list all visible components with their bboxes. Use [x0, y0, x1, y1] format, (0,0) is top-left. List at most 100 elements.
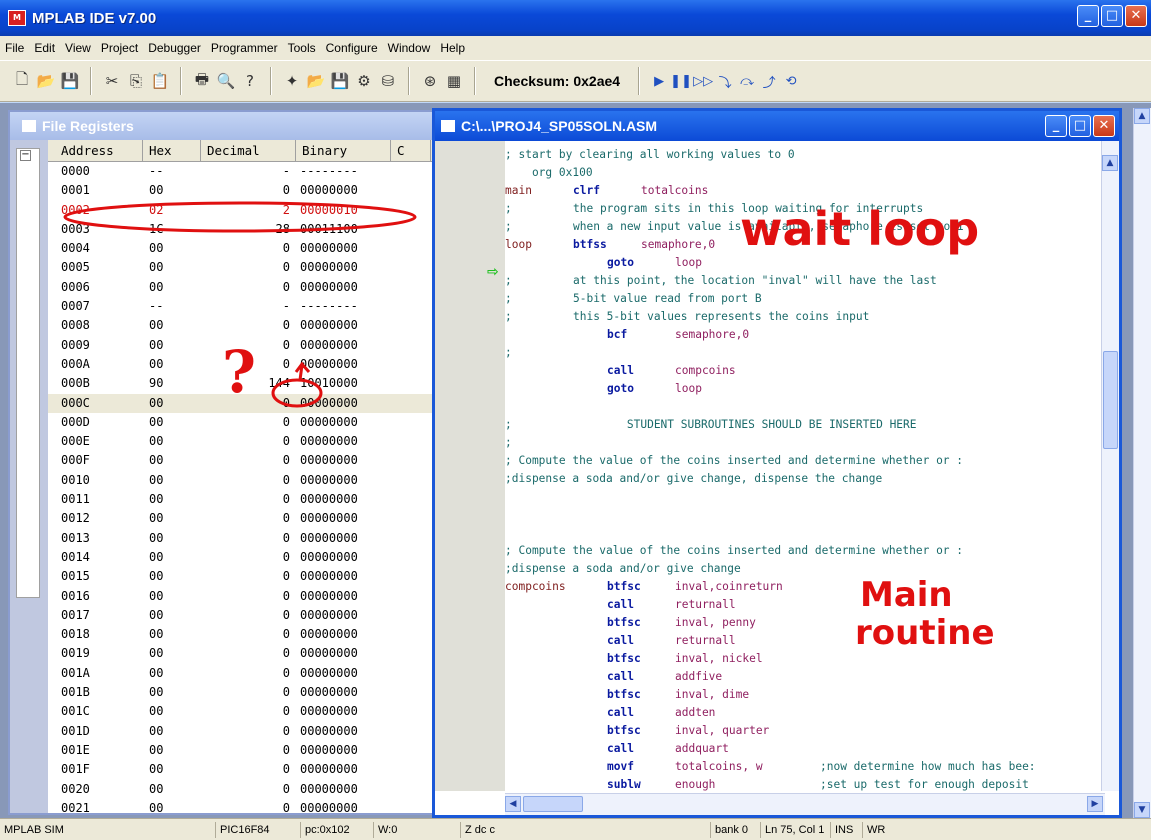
scroll-right-icon[interactable]: ▶ — [1087, 796, 1103, 812]
column-header-decimal[interactable]: Decimal — [201, 140, 296, 161]
scroll-left-icon[interactable]: ◀ — [505, 796, 521, 812]
help-icon[interactable]: ? — [238, 69, 262, 93]
new-file-icon[interactable]: 🗋 — [10, 69, 34, 93]
collapse-icon[interactable]: − — [20, 150, 31, 161]
source-close-button[interactable]: ✕ — [1093, 115, 1115, 137]
column-header-char[interactable]: C — [391, 140, 431, 161]
open-project-icon[interactable]: 📂 — [304, 69, 328, 93]
table-row[interactable]: 000E 00 0 00000000 — [48, 432, 440, 451]
table-row[interactable]: 0007 -- - -------- — [48, 297, 440, 316]
cell-binary: 00000000 — [300, 492, 358, 507]
cut-icon[interactable]: ✂ — [100, 69, 124, 93]
source-maximize-button[interactable]: □ — [1069, 115, 1091, 137]
table-row[interactable]: 0015 00 0 00000000 — [48, 567, 440, 586]
close-button[interactable]: ✕ — [1125, 5, 1147, 27]
source-editor-titlebar[interactable]: C:\...\PROJ4_SP05SOLN.ASM _ □ ✕ — [435, 111, 1119, 141]
menu-view[interactable]: View — [60, 41, 96, 55]
column-header-hex[interactable]: Hex — [143, 140, 201, 161]
menu-programmer[interactable]: Programmer — [206, 41, 283, 55]
table-row[interactable]: 0008 00 0 00000000 — [48, 316, 440, 335]
workspace-scroll-up-icon[interactable]: ▲ — [1134, 108, 1150, 124]
table-row[interactable]: 0005 00 0 00000000 — [48, 258, 440, 277]
scroll-up-icon[interactable]: ▲ — [1102, 155, 1118, 171]
table-row[interactable]: 0004 00 0 00000000 — [48, 239, 440, 258]
file-registers-titlebar[interactable]: File Registers — [10, 112, 436, 140]
table-row[interactable]: 001C 00 0 00000000 — [48, 702, 440, 721]
table-row[interactable]: 0021 00 0 00000000 — [48, 799, 440, 813]
code-line: sublw enough ;set up test for enough depos… — [505, 776, 1105, 791]
table-row[interactable]: 0019 00 0 00000000 — [48, 644, 440, 663]
menu-window[interactable]: Window — [383, 41, 436, 55]
step-out-icon[interactable]: ⤴ — [758, 72, 780, 91]
editor-gutter[interactable]: ⇨ — [435, 141, 505, 791]
table-row[interactable]: 001F 00 0 00000000 — [48, 760, 440, 779]
title-bar[interactable]: M MPLAB IDE v7.00 _ □ ✕ — [0, 0, 1151, 36]
table-row[interactable]: 0014 00 0 00000000 — [48, 548, 440, 567]
step-over-icon[interactable]: ⤼ — [736, 74, 758, 89]
workspace-vertical-scrollbar[interactable]: ▲ ▼ — [1133, 108, 1151, 818]
table-row[interactable]: 001D 00 0 00000000 — [48, 722, 440, 741]
table-row[interactable]: 001B 00 0 00000000 — [48, 683, 440, 702]
menu-help[interactable]: Help — [435, 41, 470, 55]
save-icon[interactable]: 💾 — [58, 69, 82, 93]
save-project-icon[interactable]: 💾 — [328, 69, 352, 93]
code-comment: ; start by clearing all working values t… — [505, 148, 795, 161]
cell-decimal: 0 — [282, 318, 290, 333]
open-folder-icon[interactable]: 📂 — [34, 69, 58, 93]
halt-icon[interactable]: ❚❚ — [670, 74, 692, 89]
menu-edit[interactable]: Edit — [29, 41, 60, 55]
menu-configure[interactable]: Configure — [321, 41, 383, 55]
table-row[interactable]: 0003 1C 28 00011100 — [48, 220, 440, 239]
table-row[interactable]: 0018 00 0 00000000 — [48, 625, 440, 644]
print-icon[interactable]: 🖶 — [190, 69, 214, 93]
step-into-icon[interactable]: ⤵ — [714, 72, 736, 91]
code-line: ; — [505, 434, 1105, 452]
cell-decimal: 0 — [282, 800, 290, 813]
make-icon[interactable]: ⛁ — [376, 69, 400, 93]
table-row[interactable]: 0016 00 0 00000000 — [48, 587, 440, 606]
source-minimize-button[interactable]: _ — [1045, 115, 1067, 137]
copy-icon[interactable]: ⎘ — [124, 69, 148, 93]
table-row[interactable]: 0011 00 0 00000000 — [48, 490, 440, 509]
paste-icon[interactable]: 📋 — [148, 69, 172, 93]
table-row[interactable]: 001A 00 0 00000000 — [48, 664, 440, 683]
cell-address: 0011 — [61, 492, 90, 507]
calc-icon[interactable]: ▦ — [442, 69, 466, 93]
new-project-icon[interactable]: ✦ — [280, 69, 304, 93]
hscroll-thumb[interactable] — [523, 796, 583, 812]
run-icon[interactable]: ▶ — [648, 74, 670, 89]
table-row[interactable]: 000F 00 0 00000000 — [48, 451, 440, 470]
table-row[interactable]: 0002 02 2 00000010 — [48, 201, 440, 220]
menu-tools[interactable]: Tools — [283, 41, 321, 55]
cell-binary: 00000000 — [300, 646, 358, 661]
table-row[interactable]: 0001 00 0 00000000 — [48, 181, 440, 200]
table-row[interactable]: 001E 00 0 00000000 — [48, 741, 440, 760]
checksum-icon[interactable]: ⊛ — [418, 69, 442, 93]
reset-icon[interactable]: ⟲ — [780, 74, 802, 89]
editor-horizontal-scrollbar[interactable]: ◀ ▶ — [505, 793, 1105, 815]
cell-decimal: 0 — [282, 511, 290, 526]
menu-project[interactable]: Project — [96, 41, 143, 55]
table-row[interactable]: 0013 00 0 00000000 — [48, 529, 440, 548]
menu-file[interactable]: File — [0, 41, 29, 55]
column-header-address[interactable]: Address — [48, 140, 143, 161]
file-registers-grid[interactable]: Address Hex Decimal Binary C 0000 -- - ----… — [48, 140, 440, 813]
table-row[interactable]: 0006 00 0 00000000 — [48, 278, 440, 297]
build-icon[interactable]: ⚙ — [352, 69, 376, 93]
maximize-button[interactable]: □ — [1101, 5, 1123, 27]
table-row[interactable]: 0000 -- - -------- — [48, 162, 440, 181]
workspace-scroll-down-icon[interactable]: ▼ — [1134, 802, 1150, 818]
table-row[interactable]: 0020 00 0 00000000 — [48, 780, 440, 799]
source-editor-title: C:\...\PROJ4_SP05SOLN.ASM — [461, 118, 658, 134]
minimize-button[interactable]: _ — [1077, 5, 1099, 27]
column-header-binary[interactable]: Binary — [296, 140, 391, 161]
table-row[interactable]: 0017 00 0 00000000 — [48, 606, 440, 625]
scroll-thumb[interactable] — [1103, 351, 1118, 449]
find-icon[interactable]: 🔍 — [214, 69, 238, 93]
editor-vertical-scrollbar[interactable]: ▲ — [1101, 141, 1119, 791]
menu-debugger[interactable]: Debugger — [143, 41, 206, 55]
table-row[interactable]: 0010 00 0 00000000 — [48, 471, 440, 490]
table-row[interactable]: 0012 00 0 00000000 — [48, 509, 440, 528]
animate-icon[interactable]: ▷▷ — [692, 74, 714, 89]
table-row[interactable]: 000D 00 0 00000000 — [48, 413, 440, 432]
